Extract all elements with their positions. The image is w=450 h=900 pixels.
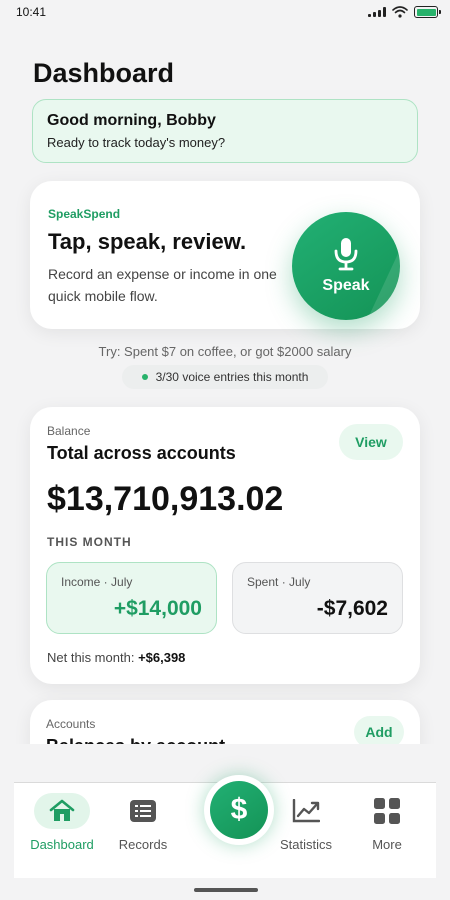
grid-icon xyxy=(374,798,400,824)
add-record-button[interactable]: $ xyxy=(204,775,274,845)
status-time: 10:41 xyxy=(16,5,47,19)
tab-dashboard[interactable]: Dashboard xyxy=(24,793,100,852)
microphone-icon xyxy=(334,238,358,271)
balance-title: Total across accounts xyxy=(47,443,236,463)
spent-label: Spent · July xyxy=(247,575,311,589)
home-indicator[interactable] xyxy=(194,888,258,892)
income-value: +$14,000 xyxy=(113,597,202,620)
greeting-banner: Good morning, Bobby Ready to track today… xyxy=(32,99,418,163)
balance-label: Balance xyxy=(47,424,91,438)
tab-records-label: Records xyxy=(118,837,168,852)
tab-more-label: More xyxy=(372,837,402,852)
tab-statistics[interactable]: Statistics xyxy=(268,793,344,852)
battery-icon xyxy=(414,6,441,18)
speak-button-label: Speak xyxy=(322,277,370,294)
spent-value: -$7,602 xyxy=(316,597,388,620)
tab-statistics-label: Statistics xyxy=(279,837,332,852)
home-icon xyxy=(49,799,75,821)
tab-dashboard-label: Dashboard xyxy=(30,837,94,852)
chart-icon xyxy=(292,799,320,823)
balance-amount: $13,710,913.02 xyxy=(47,480,284,518)
wifi-icon xyxy=(392,6,408,18)
accounts-card: Accounts Balances by account Add xyxy=(30,700,420,744)
accounts-label: Accounts xyxy=(46,717,96,731)
speak-description: Record an expense or income in one quick… xyxy=(48,266,277,304)
add-account-button[interactable]: Add xyxy=(354,716,404,744)
tab-more[interactable]: More xyxy=(349,793,425,852)
greeting-title: Good morning, Bobby xyxy=(47,112,216,129)
accounts-title: Balances by account xyxy=(46,736,225,744)
signal-icon xyxy=(368,7,386,17)
tab-bar: Dashboard Records $ Statistics More xyxy=(14,775,436,878)
balance-card: Balance Total across accounts View $13,7… xyxy=(30,407,420,684)
spent-box[interactable]: Spent · July -$7,602 xyxy=(232,562,403,634)
page-title: Dashboard xyxy=(33,58,175,88)
income-label: Income · July xyxy=(61,575,133,589)
speak-card: SpeakSpend Tap, speak, review. Record an… xyxy=(30,181,420,329)
bottom-area: Dashboard Records $ Statistics More xyxy=(0,775,450,900)
greeting-subtitle: Ready to track today's money? xyxy=(47,135,226,150)
status-icons xyxy=(368,6,441,18)
month-label: THIS MONTH xyxy=(47,535,132,549)
status-bar: 10:41 xyxy=(0,0,450,24)
net-row: Net this month: +$6,398 xyxy=(47,650,185,665)
voice-usage-text: 3/30 voice entries this month xyxy=(155,370,309,384)
net-label: Net this month: xyxy=(47,650,135,665)
status-dot-icon xyxy=(141,374,148,380)
dollar-icon: $ xyxy=(210,781,268,839)
voice-hint: Try: Spent $7 on coffee, or got $2000 sa… xyxy=(98,344,352,359)
voice-usage-badge: 3/30 voice entries this month xyxy=(122,365,328,389)
speak-button[interactable]: Speak xyxy=(292,212,400,320)
records-icon xyxy=(130,800,156,822)
view-button[interactable]: View xyxy=(339,424,403,460)
net-value: +$6,398 xyxy=(138,650,186,665)
accounts-section: Accounts Balances by account Add xyxy=(0,690,450,744)
income-box[interactable]: Income · July +$14,000 xyxy=(46,562,217,634)
tab-records[interactable]: Records xyxy=(105,793,181,852)
